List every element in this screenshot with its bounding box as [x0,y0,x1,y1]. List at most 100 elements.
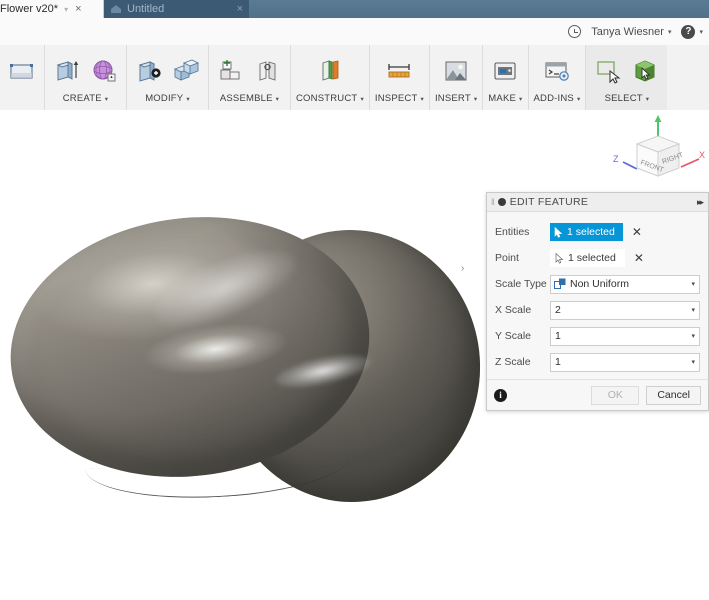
chevron-down-icon: ▾ [646,95,649,103]
entities-clear-icon[interactable]: ✕ [632,226,642,238]
y-scale-value: 1 [555,330,691,342]
chevron-down-icon[interactable]: ▾ [691,306,697,314]
y-scale-input[interactable]: 1 ▾ [550,327,700,346]
ribbon-group-construct-label[interactable]: CONSTRUCT ▾ [296,93,364,107]
ribbon-group-construct-icons [313,45,347,93]
ribbon-group-modify-text: MODIFY [145,93,183,104]
z-scale-input[interactable]: 1 ▾ [550,353,700,372]
scripts-addins-icon [543,58,571,84]
browser-expand-chevron-label: › [461,263,464,274]
measure-button[interactable] [382,51,416,91]
close-icon[interactable]: × [237,4,243,15]
edit-feature-dialog-body: Entities 1 selected ✕ Point [487,212,708,379]
ribbon-group-inspect: INSPECT ▾ [370,45,430,110]
press-pull-button[interactable] [132,51,166,91]
joint-button[interactable] [251,51,285,91]
view-cube-svg: X Z FRONT RIGHT [609,114,707,200]
chevron-down-icon: ▾ [420,95,423,103]
document-tab-flower-label: Flower v20* [0,3,58,15]
close-icon[interactable]: × [75,4,81,15]
ribbon-group-addins-icons [540,45,574,93]
user-account-name: Tanya Wiesner [591,26,664,38]
create-form-button[interactable] [87,51,121,91]
ribbon-group-inspect-label[interactable]: INSPECT ▾ [375,93,424,107]
x-scale-input[interactable]: 2 ▾ [550,301,700,320]
recent-documents-button[interactable] [568,25,581,38]
browser-expand-chevron-icon[interactable]: › [461,264,464,274]
ribbon-group-assemble-text: ASSEMBLE [220,93,273,104]
entities-selection-value: 1 selected [567,226,615,238]
chevron-down-icon: ▾ [699,28,703,36]
scale-type-value: Non Uniform [570,278,691,290]
ribbon-group-assemble: ASSEMBLE ▾ [209,45,291,110]
info-icon[interactable]: i [494,389,507,402]
account-toolbar-items: Tanya Wiesner ▾ ? ▾ [568,18,703,45]
point-label: Point [495,252,550,264]
press-pull-icon [135,58,163,84]
ribbon-group-insert-label[interactable]: INSERT ▾ [435,93,477,107]
ribbon-group-create-text: CREATE [63,93,102,104]
scripts-addins-button[interactable] [540,51,574,91]
document-tab-flower[interactable]: Flower v20* ▾ × [0,0,104,18]
view-cube-axis-z-label: Z [613,154,619,164]
ribbon-group-assemble-icons [214,45,285,93]
ok-button[interactable]: OK [591,386,639,405]
ribbon-group-make-label[interactable]: MAKE ▾ [488,93,522,107]
sketch-button[interactable] [5,51,39,91]
cancel-button[interactable]: Cancel [646,386,701,405]
document-tab-untitled-label: Untitled [127,3,164,15]
insert-image-button[interactable] [439,51,473,91]
combine-icon [172,58,200,84]
collapse-chevrons-icon[interactable]: ▸▸ [697,197,704,208]
point-selection-field[interactable]: 1 selected [550,249,625,267]
3d-viewport-canvas[interactable]: › X Z FRONT RIGHT [0,110,709,600]
form-sphere-icon [90,58,118,84]
ribbon-group-create-label[interactable]: CREATE ▾ [63,93,109,107]
edit-feature-dialog[interactable]: ‖ EDIT FEATURE ▸▸ Entities 1 selected ✕ [486,192,709,411]
edit-feature-dialog-footer: i OK Cancel [487,379,708,410]
joint-icon [254,58,282,84]
ribbon-group-addins: ADD-INS ▾ [529,45,587,110]
window-select-button[interactable] [591,51,625,91]
chevron-down-icon: ▾ [105,95,108,103]
entities-selection-field[interactable]: 1 selected [550,223,623,241]
help-menu[interactable]: ? ▾ [681,25,703,39]
3d-print-button[interactable] [488,51,522,91]
x-scale-value: 2 [555,304,691,316]
ribbon-group-assemble-label[interactable]: ASSEMBLE ▾ [220,93,279,107]
ribbon-group-make: MAKE ▾ [483,45,528,110]
x-scale-label: X Scale [495,304,550,316]
offset-plane-button[interactable] [313,51,347,91]
sketch-plane-icon [8,60,36,82]
document-tab-bar: Flower v20* ▾ × Untitled × + [0,0,709,18]
combine-button[interactable] [169,51,203,91]
window-select-icon [594,58,622,84]
point-clear-icon[interactable]: ✕ [634,252,644,264]
chevron-down-icon[interactable]: ▾ [691,358,697,366]
point-cursor-icon [555,253,564,264]
insert-image-icon [442,58,470,84]
scale-icon [554,278,566,290]
new-component-button[interactable] [214,51,248,91]
view-cube[interactable]: X Z FRONT RIGHT [609,114,707,200]
scale-type-dropdown[interactable]: Non Uniform ▾ [550,275,700,294]
chevron-down-icon: ▾ [276,95,279,103]
chevron-down-icon[interactable]: ▾ [64,5,68,14]
ribbon-group-select-label[interactable]: SELECT ▾ [605,93,650,107]
scale-type-row: Scale Type Non Uniform ▾ [495,271,700,297]
ribbon-group-modify-label[interactable]: MODIFY ▾ [145,93,190,107]
ribbon-group-sketch-icons [5,45,39,93]
chevron-down-icon[interactable]: ▾ [691,332,697,340]
ribbon-group-insert: INSERT ▾ [430,45,483,110]
ribbon-group-create: CREATE ▾ [45,45,127,110]
edit-feature-dialog-header[interactable]: ‖ EDIT FEATURE ▸▸ [487,193,708,212]
dialog-drag-grip[interactable]: ‖ [491,197,494,207]
select-body-button[interactable] [628,51,662,91]
ribbon-group-addins-label[interactable]: ADD-INS ▾ [534,93,581,107]
user-account-menu[interactable]: Tanya Wiesner ▾ [591,26,671,38]
document-tab-untitled[interactable]: Untitled × [104,0,249,18]
ribbon-group-modify: MODIFY ▾ [127,45,209,110]
ribbon-group-construct-text: CONSTRUCT [296,93,357,104]
extrude-button[interactable] [50,51,84,91]
ribbon-group-select-icons [591,45,662,93]
